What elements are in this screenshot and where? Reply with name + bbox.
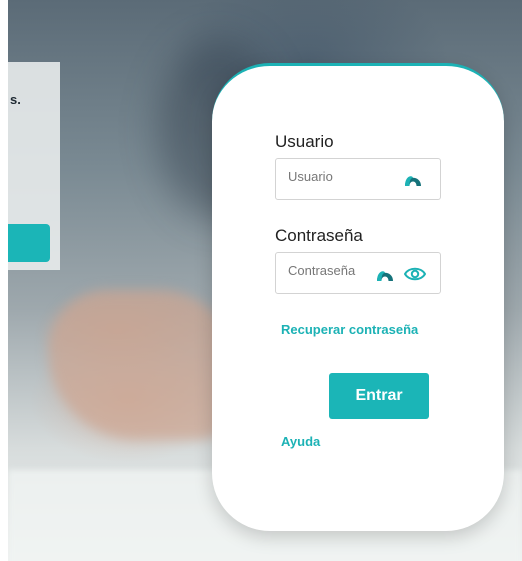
password-input[interactable] xyxy=(288,263,378,278)
left-info-card: s. xyxy=(8,62,60,270)
password-field-box[interactable] xyxy=(275,252,441,294)
eye-icon[interactable] xyxy=(404,266,426,282)
login-card: Usuario Contraseña Recuperar contraseña … xyxy=(212,63,504,531)
help-link[interactable]: Ayuda xyxy=(281,434,320,449)
left-card-button[interactable] xyxy=(8,224,50,262)
arch-icon xyxy=(405,176,421,186)
username-input[interactable] xyxy=(288,169,378,184)
background-hand-shape xyxy=(48,290,238,440)
password-label: Contraseña xyxy=(275,226,363,245)
arch-icon xyxy=(377,271,393,281)
login-submit-button[interactable]: Entrar xyxy=(329,373,429,419)
username-label: Usuario xyxy=(275,132,334,151)
left-card-text-fragment: s. xyxy=(10,92,21,107)
username-field-box[interactable] xyxy=(275,158,441,200)
recover-password-link[interactable]: Recuperar contraseña xyxy=(281,322,418,337)
